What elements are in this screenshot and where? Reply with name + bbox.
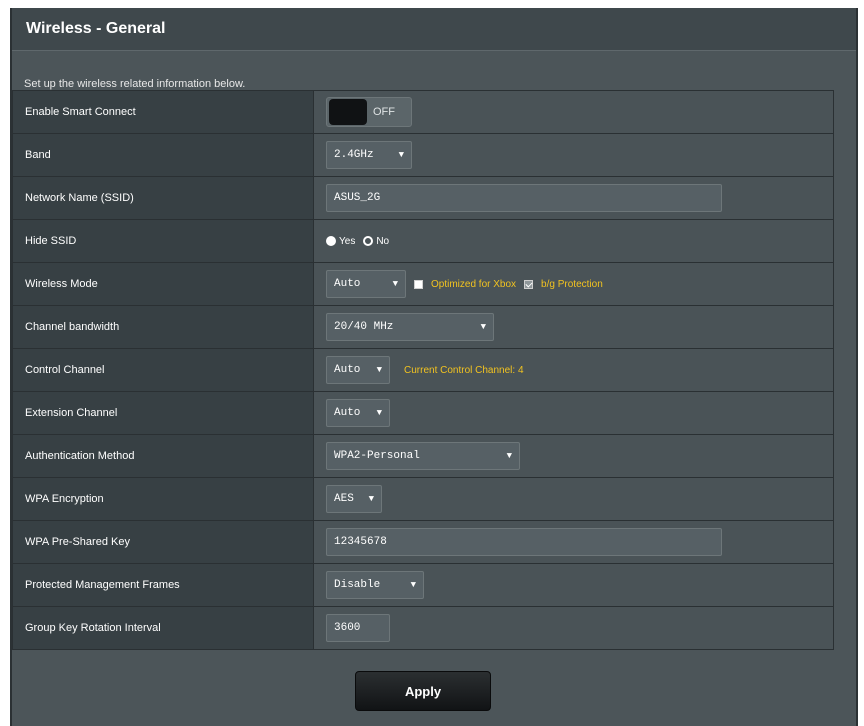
pmf-label: Protected Management Frames: [12, 563, 314, 607]
smart-connect-label: Enable Smart Connect: [12, 90, 314, 134]
control-channel-label: Control Channel: [12, 348, 314, 392]
button-area: Apply: [12, 664, 834, 718]
channel-bandwidth-select[interactable]: 20/40 MHz ▼: [326, 313, 494, 341]
group-key-value: 3600: [334, 622, 361, 634]
group-key-input[interactable]: 3600: [326, 614, 390, 642]
ssid-input[interactable]: ASUS_2G: [326, 184, 722, 212]
row-band: Band 2.4GHz ▼: [12, 133, 834, 177]
toggle-state-label: OFF: [373, 105, 395, 118]
auth-method-select[interactable]: WPA2-Personal ▼: [326, 442, 520, 470]
wireless-mode-value: Auto: [334, 278, 361, 290]
auth-method-label: Authentication Method: [12, 434, 314, 478]
row-wpa-encryption: WPA Encryption AES ▼: [12, 477, 834, 521]
pmf-select[interactable]: Disable ▼: [326, 571, 424, 599]
hide-ssid-no-label: No: [376, 235, 390, 247]
auth-method-value: WPA2-Personal: [334, 450, 420, 462]
extension-channel-label: Extension Channel: [12, 391, 314, 435]
row-auth-method: Authentication Method WPA2-Personal ▼: [12, 434, 834, 478]
wpa-encryption-value: AES: [334, 493, 354, 505]
row-wireless-mode: Wireless Mode Auto ▼ Optimized for Xbox …: [12, 262, 834, 306]
group-key-label: Group Key Rotation Interval: [12, 606, 314, 650]
caret-down-icon: ▼: [368, 494, 374, 504]
caret-down-icon: ▼: [376, 408, 382, 418]
wpa-key-input[interactable]: 12345678: [326, 528, 722, 556]
pmf-value: Disable: [334, 579, 381, 591]
row-group-key: Group Key Rotation Interval 3600: [12, 606, 834, 650]
row-ssid: Network Name (SSID) ASUS_2G: [12, 176, 834, 220]
extension-channel-select[interactable]: Auto ▼: [326, 399, 390, 427]
hide-ssid-label: Hide SSID: [12, 219, 314, 263]
caret-down-icon: ▼: [480, 322, 486, 332]
smart-connect-value: OFF: [313, 90, 834, 134]
wpa-key-label: WPA Pre-Shared Key: [12, 520, 314, 564]
row-wpa-key: WPA Pre-Shared Key 12345678: [12, 520, 834, 564]
extension-channel-value: Auto: [334, 407, 361, 419]
caret-down-icon: ▼: [410, 580, 416, 590]
apply-button[interactable]: Apply: [355, 671, 491, 711]
radio-unselected-icon: [363, 236, 374, 246]
ssid-value: ASUS_2G: [334, 192, 381, 204]
channel-bandwidth-value: 20/40 MHz: [334, 321, 394, 333]
band-selected-value: 2.4GHz: [334, 149, 374, 161]
band-select[interactable]: 2.4GHz ▼: [326, 141, 412, 169]
caret-down-icon: ▼: [392, 279, 398, 289]
settings-table: Enable Smart Connect OFF Band 2.4GHz ▼ N…: [12, 90, 834, 650]
xbox-optimize-checkbox[interactable]: [414, 279, 423, 289]
caret-down-icon: ▼: [376, 365, 382, 375]
wpa-encryption-select[interactable]: AES ▼: [326, 485, 382, 513]
current-control-channel: Current Control Channel: 4: [404, 364, 524, 376]
row-pmf: Protected Management Frames Disable ▼: [12, 563, 834, 607]
hide-ssid-no-radio[interactable]: No: [363, 236, 389, 247]
control-channel-value: Auto: [334, 364, 361, 376]
smart-connect-toggle[interactable]: OFF: [326, 96, 412, 127]
title-bar: Wireless - General: [12, 8, 856, 51]
control-channel-select[interactable]: Auto ▼: [326, 356, 390, 384]
caret-down-icon: ▼: [506, 451, 512, 461]
hide-ssid-yes-radio[interactable]: Yes: [326, 236, 355, 247]
bg-protection-checkbox[interactable]: [524, 279, 534, 289]
wpa-key-value: 12345678: [334, 536, 387, 548]
row-control-channel: Control Channel Auto ▼ Current Control C…: [12, 348, 834, 392]
xbox-optimize-label: Optimized for Xbox: [431, 278, 517, 290]
wireless-mode-label: Wireless Mode: [12, 262, 314, 306]
toggle-knob: [329, 98, 367, 125]
channel-bandwidth-label: Channel bandwidth: [12, 305, 314, 349]
row-smart-connect: Enable Smart Connect OFF: [12, 90, 834, 134]
row-extension-channel: Extension Channel Auto ▼: [12, 391, 834, 435]
radio-selected-icon: [326, 236, 336, 246]
bg-protection-label: b/g Protection: [541, 278, 603, 290]
wpa-encryption-label: WPA Encryption: [12, 477, 314, 521]
hide-ssid-yes-label: Yes: [339, 235, 356, 247]
wireless-mode-select[interactable]: Auto ▼: [326, 270, 406, 298]
row-hide-ssid: Hide SSID Yes No: [12, 219, 834, 263]
band-label: Band: [12, 133, 314, 177]
ssid-label: Network Name (SSID): [12, 176, 314, 220]
caret-down-icon: ▼: [398, 150, 404, 160]
row-channel-bandwidth: Channel bandwidth 20/40 MHz ▼: [12, 305, 834, 349]
page-title: Wireless - General: [26, 20, 166, 37]
